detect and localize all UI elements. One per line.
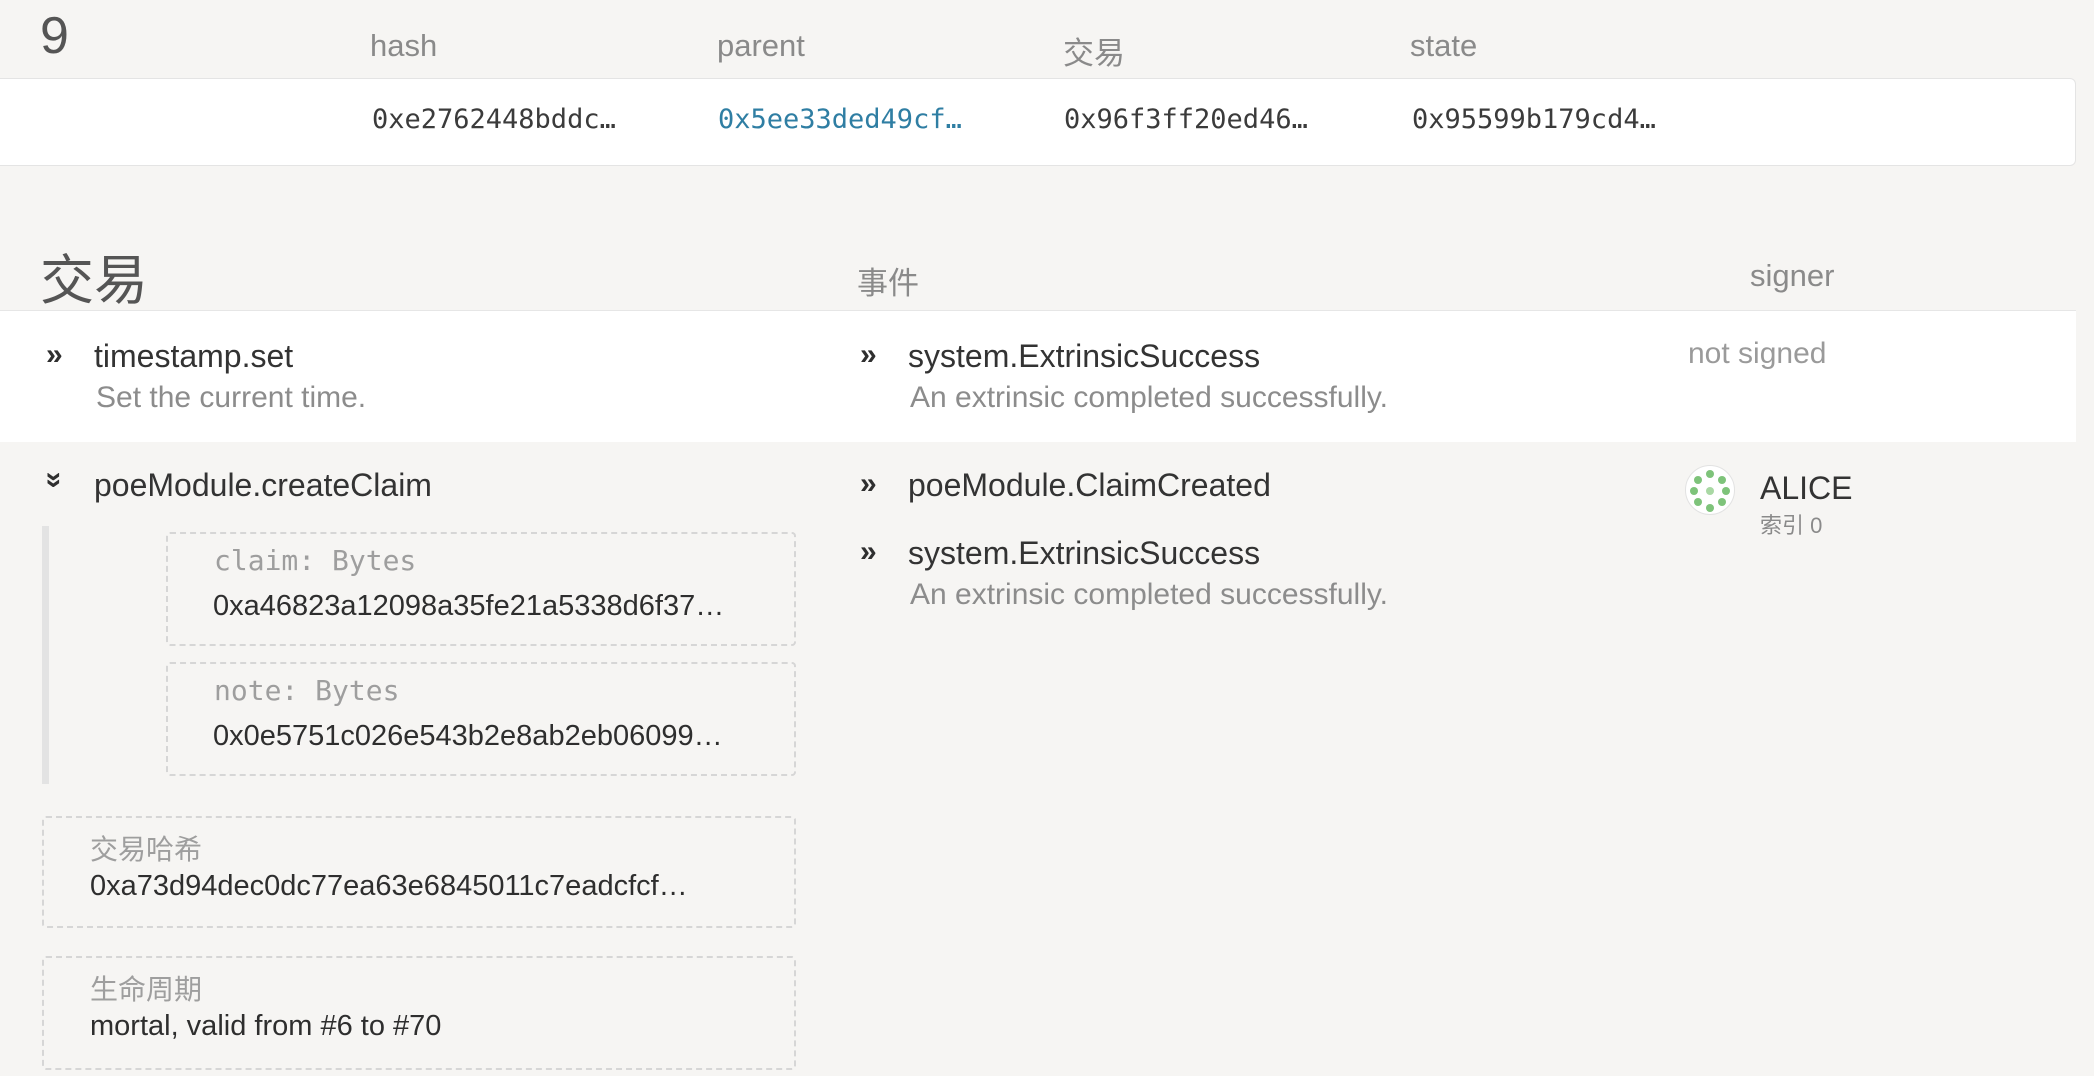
extrinsic-description: Set the current time. xyxy=(96,381,367,414)
state-root: 0x95599b179cd4… xyxy=(1412,104,1656,135)
lifetime-box: 生命周期 mortal, valid from #6 to #70 xyxy=(42,956,796,1070)
param-value: 0xa46823a12098a35fe21a5338d6f37… xyxy=(213,590,725,622)
parent-hash-link[interactable]: 0x5ee33ded49cf… xyxy=(718,104,962,135)
param-claim-box: claim: Bytes 0xa46823a12098a35fe21a5338d… xyxy=(166,532,796,646)
extrinsics-root: 0x96f3ff20ed46… xyxy=(1064,104,1308,135)
extrinsic-hash-label: 交易哈希 xyxy=(90,834,203,865)
event-name[interactable]: system.ExtrinsicSuccess xyxy=(908,338,1260,375)
double-chevron-right-icon[interactable]: » xyxy=(860,535,877,569)
double-chevron-right-icon[interactable]: » xyxy=(860,338,877,372)
extrinsics-section-title: 交易 xyxy=(40,251,148,311)
event-description: An extrinsic completed successfully. xyxy=(910,381,1388,414)
double-chevron-right-icon[interactable]: » xyxy=(860,467,877,501)
block-hash: 0xe2762448bddc… xyxy=(372,104,616,135)
parent-column-header: parent xyxy=(717,28,805,63)
signer-index: 索引 0 xyxy=(1760,513,1823,538)
lifetime-label: 生命周期 xyxy=(90,974,203,1005)
event-description: An extrinsic completed successfully. xyxy=(910,578,1388,611)
identicon-icon[interactable] xyxy=(1685,465,1735,515)
events-column-header: 事件 xyxy=(857,266,919,301)
double-chevron-right-icon[interactable]: » xyxy=(46,338,63,372)
param-label: note: Bytes xyxy=(214,674,400,707)
signer-name[interactable]: ALICE xyxy=(1760,470,1852,507)
extrinsic-call-name[interactable]: timestamp.set xyxy=(94,338,293,375)
block-number: 9 xyxy=(40,7,69,65)
lifetime-value: mortal, valid from #6 to #70 xyxy=(90,1010,442,1042)
param-label: claim: Bytes xyxy=(214,544,417,577)
extrinsic-hash-value: 0xa73d94dec0dc77ea63e6845011c7eadcfcf… xyxy=(90,870,688,902)
double-chevron-down-icon[interactable]: » xyxy=(37,472,71,489)
param-value: 0x0e5751c026e543b2e8ab2eb06099… xyxy=(213,720,723,752)
extrinsic-hash-box: 交易哈希 0xa73d94dec0dc77ea63e6845011c7eadcf… xyxy=(42,816,796,928)
hash-column-header: hash xyxy=(370,28,438,63)
event-name[interactable]: system.ExtrinsicSuccess xyxy=(908,535,1260,572)
block-header-row xyxy=(0,78,2076,166)
signer-not-signed: not signed xyxy=(1688,337,1827,370)
extrinsic-row-timestamp xyxy=(0,310,2076,442)
extrinsic-call-name[interactable]: poeModule.createClaim xyxy=(94,467,432,504)
extrinsics-root-column-header: 交易 xyxy=(1063,36,1125,71)
event-name[interactable]: poeModule.ClaimCreated xyxy=(908,467,1271,504)
state-column-header: state xyxy=(1410,28,1478,63)
signer-column-header: signer xyxy=(1750,258,1835,293)
param-note-box: note: Bytes 0x0e5751c026e543b2e8ab2eb060… xyxy=(166,662,796,776)
params-indent-bar xyxy=(42,526,49,784)
